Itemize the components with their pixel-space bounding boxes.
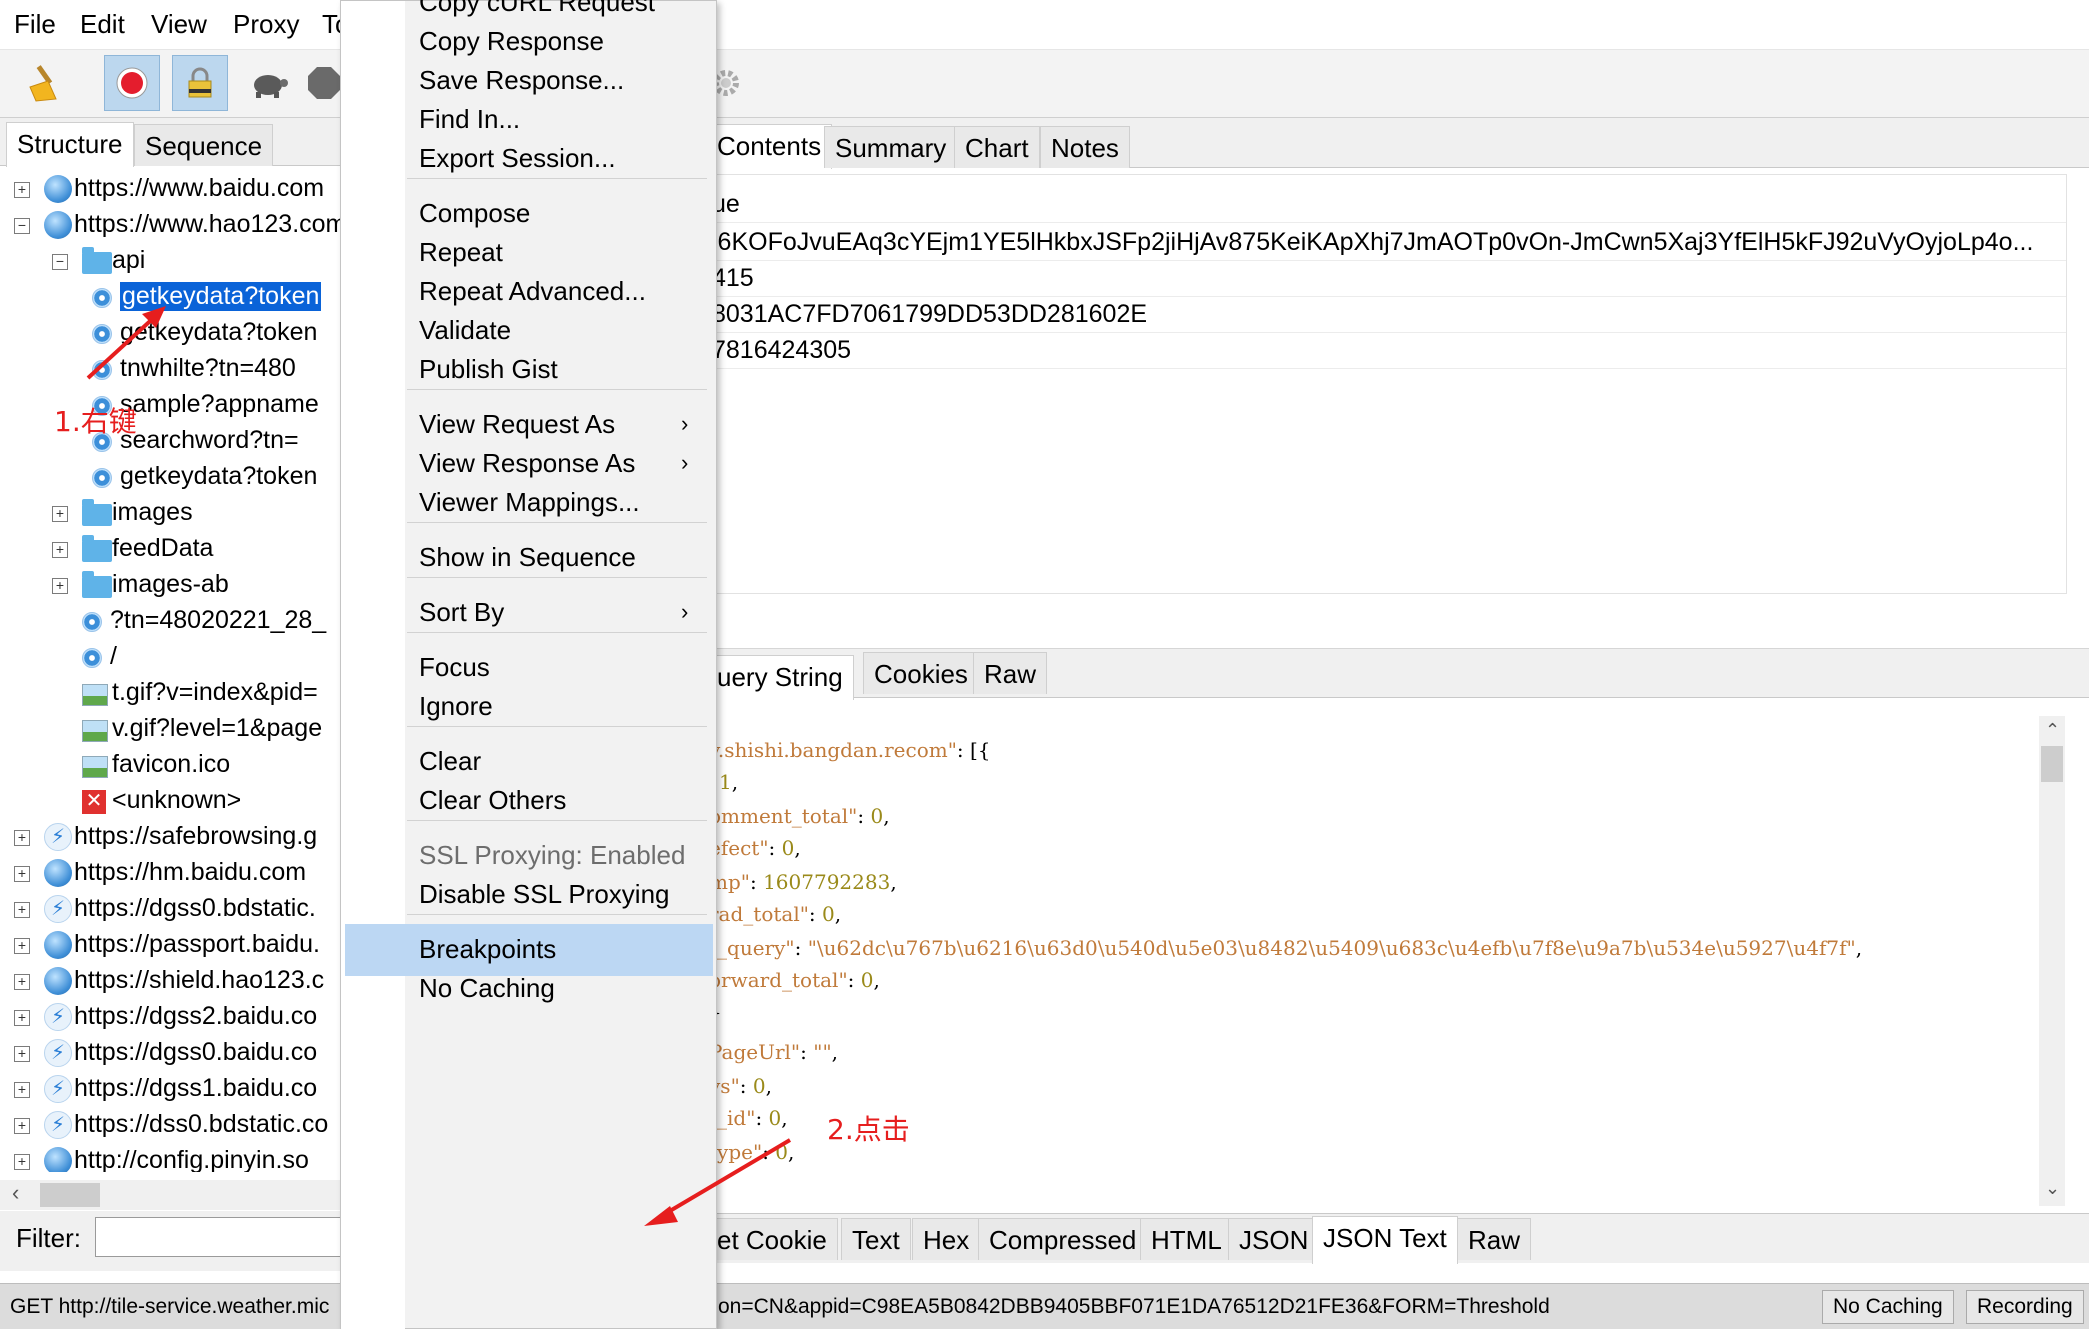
annotation-layer [86, 306, 792, 1226]
annotation-step1: 1.右键 [54, 405, 137, 438]
arrow-annotation-1 [86, 306, 166, 380]
annotation-step2: 2.点击 [827, 1113, 910, 1146]
arrow-annotation-2 [644, 1138, 792, 1226]
